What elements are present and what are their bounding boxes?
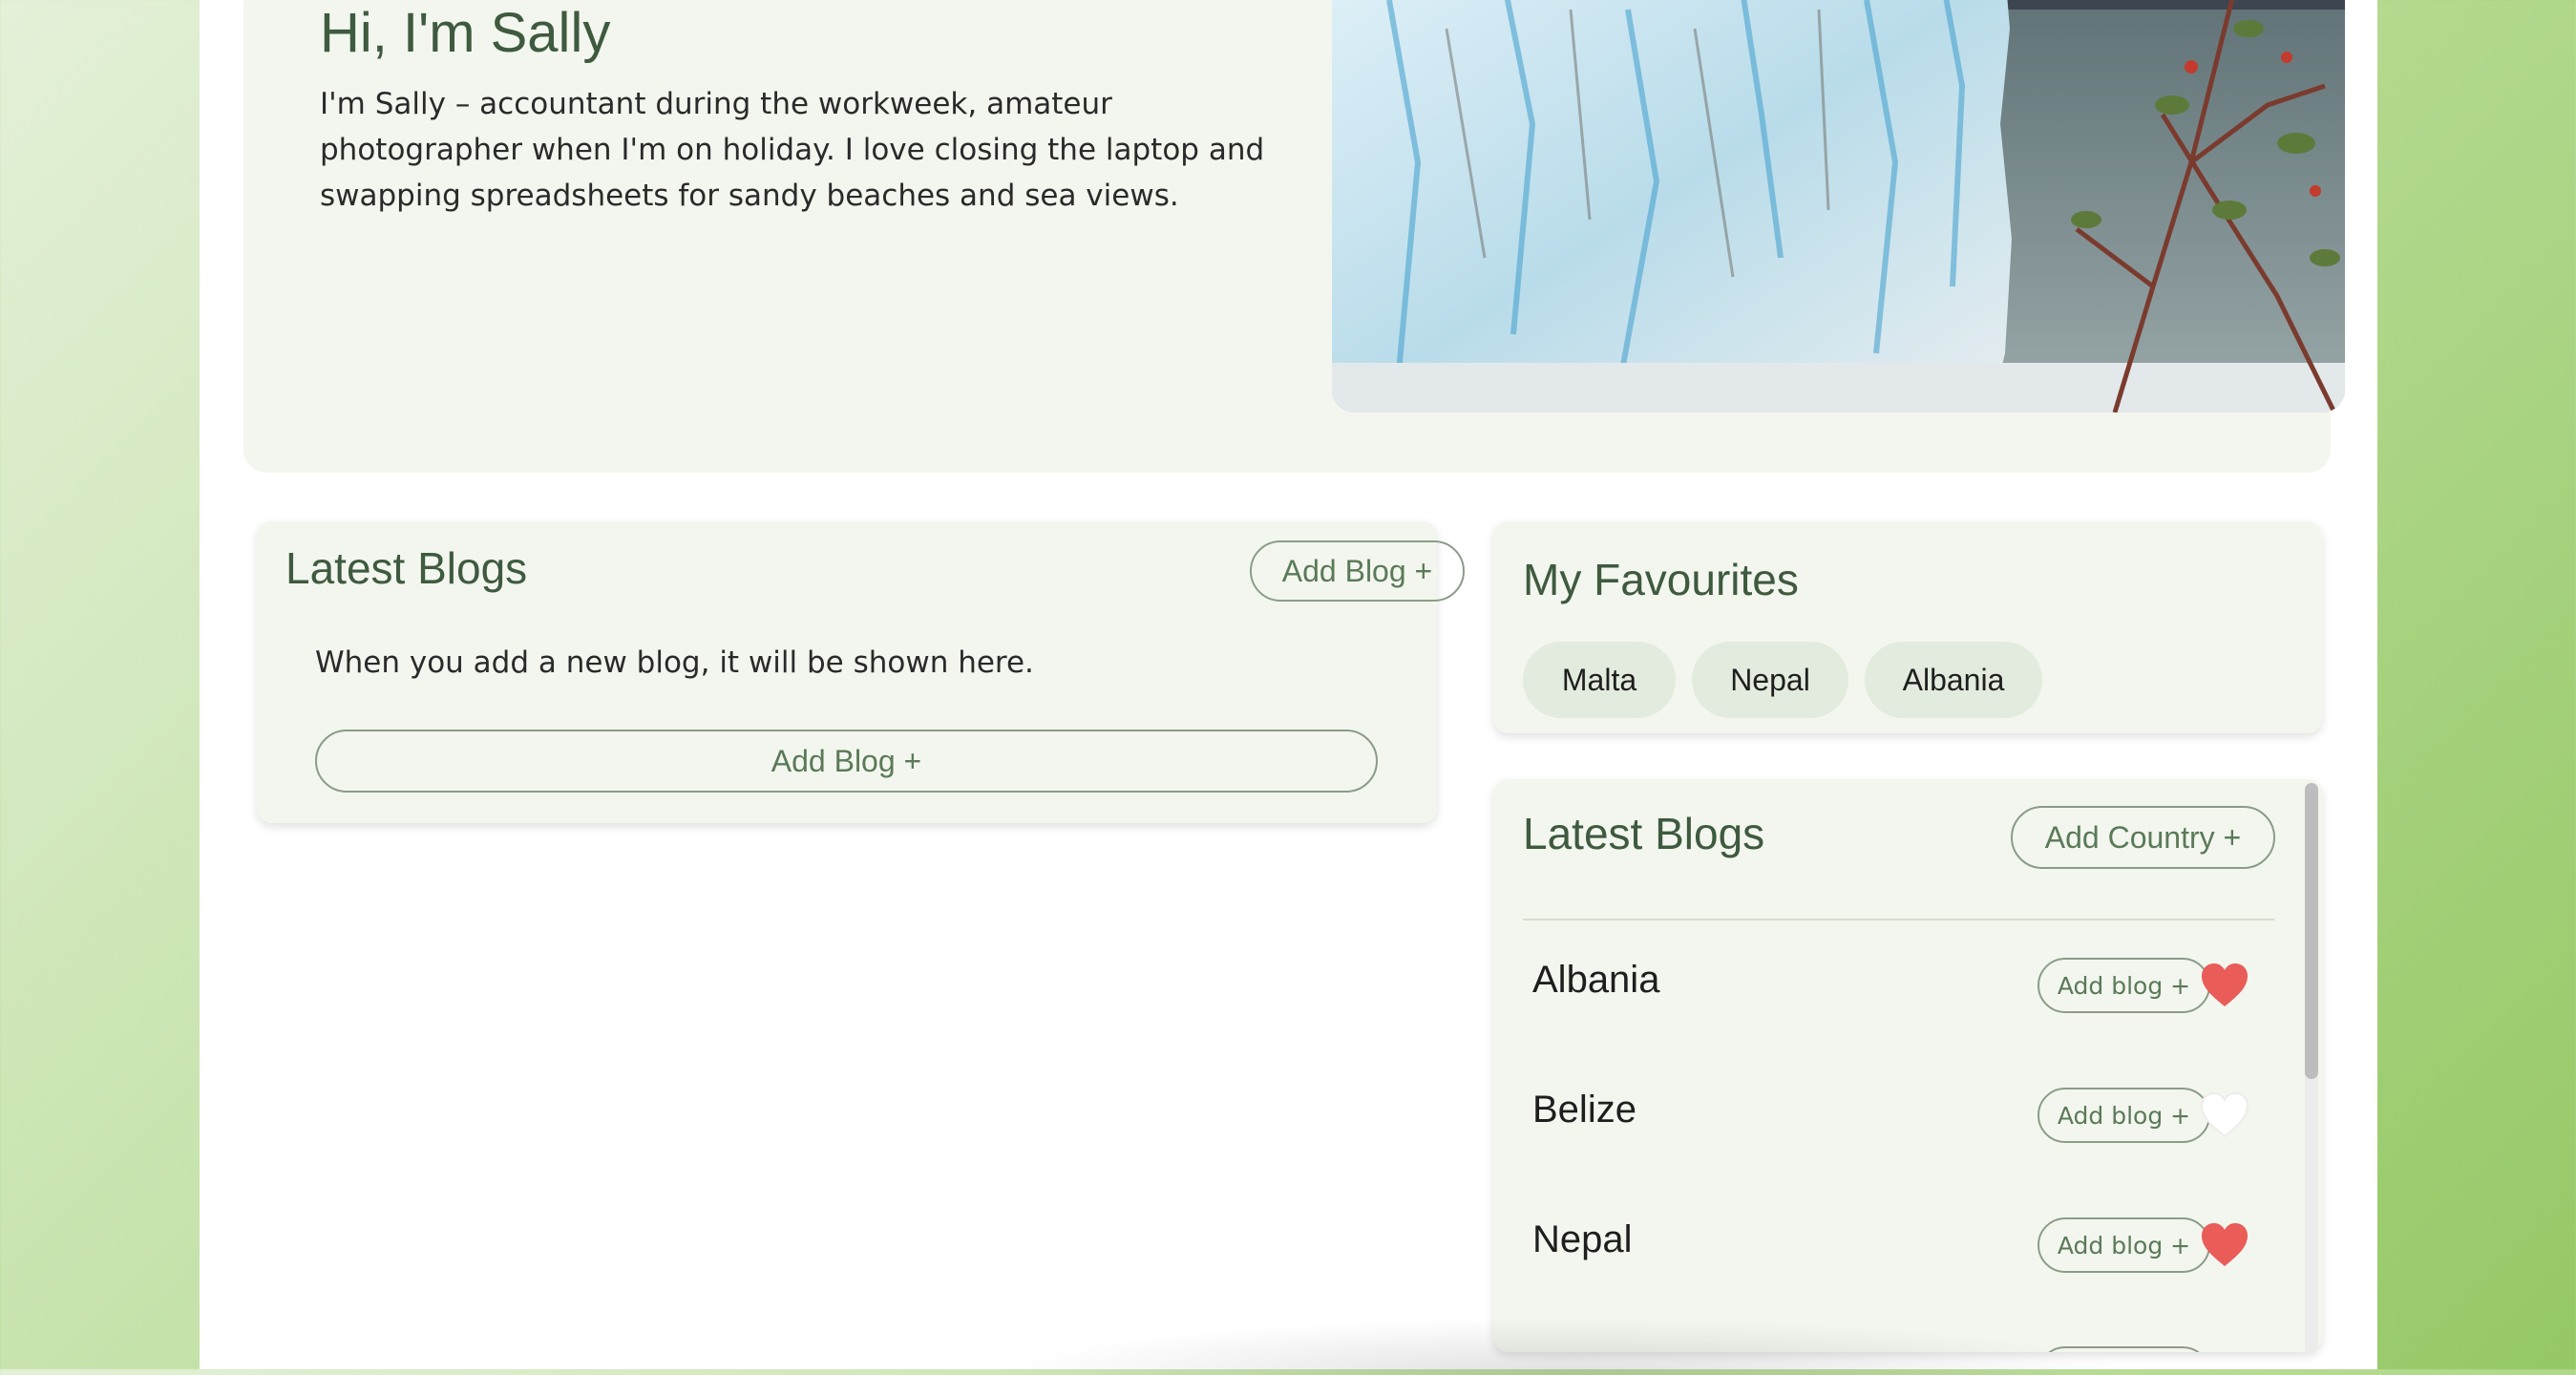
heart-filled-icon[interactable] <box>2200 1222 2249 1268</box>
favourite-chip-albania[interactable]: Albania <box>1865 642 2042 718</box>
latest-blogs-title: Latest Blogs <box>285 543 528 593</box>
add-blog-nepal-button[interactable]: Add blog + <box>2038 1217 2210 1273</box>
country-name: Albania <box>1532 959 1660 1001</box>
heart-outline-icon[interactable] <box>2200 1092 2249 1138</box>
country-name: Belize <box>1532 1089 1636 1131</box>
country-row-belize: Belize Add blog + <box>1493 1068 2295 1163</box>
countries-title: Latest Blogs <box>1523 809 1765 858</box>
my-favourites-title: My Favourites <box>1523 555 1799 604</box>
countries-card: Latest Blogs Add Country + Albania Add b… <box>1493 779 2322 1352</box>
favourite-chip-malta[interactable]: Malta <box>1523 642 1676 718</box>
add-blog-belize-button[interactable]: Add blog + <box>2038 1088 2210 1143</box>
country-row-nepal: Nepal Add blog + <box>1493 1197 2295 1293</box>
floating-shadow <box>992 1318 2138 1375</box>
countries-scrollbar[interactable] <box>2305 783 2318 1352</box>
latest-blogs-card: Latest Blogs Add Blog + When you add a n… <box>257 521 1465 823</box>
empty-blogs-message: When you add a new blog, it will be show… <box>315 645 1034 680</box>
add-country-button[interactable]: Add Country + <box>2011 806 2275 869</box>
countries-scrollbar-thumb[interactable] <box>2305 783 2318 1079</box>
my-favourites-card: My Favourites Malta Nepal Albania <box>1493 521 2322 733</box>
hero-glacier-photo <box>1332 0 2345 412</box>
favourite-chip-nepal[interactable]: Nepal <box>1692 642 1848 718</box>
page-container: Hi, I'm Sally I'm Sally – accountant dur… <box>200 0 2377 1375</box>
country-name: Nepal <box>1532 1218 1633 1260</box>
add-blog-wide-button[interactable]: Add Blog + <box>315 730 1378 793</box>
hero-section: Hi, I'm Sally I'm Sally – accountant dur… <box>243 0 2345 473</box>
countries-divider <box>1523 919 2274 920</box>
country-row-albania: Albania Add blog + <box>1493 938 2295 1033</box>
hero-description: I'm Sally – accountant during the workwe… <box>320 87 1265 213</box>
add-blog-button[interactable]: Add Blog + <box>1250 540 1465 602</box>
add-blog-albania-button[interactable]: Add blog + <box>2038 958 2210 1013</box>
hero-title: Hi, I'm Sally <box>320 2 611 64</box>
heart-filled-icon[interactable] <box>2200 962 2249 1008</box>
